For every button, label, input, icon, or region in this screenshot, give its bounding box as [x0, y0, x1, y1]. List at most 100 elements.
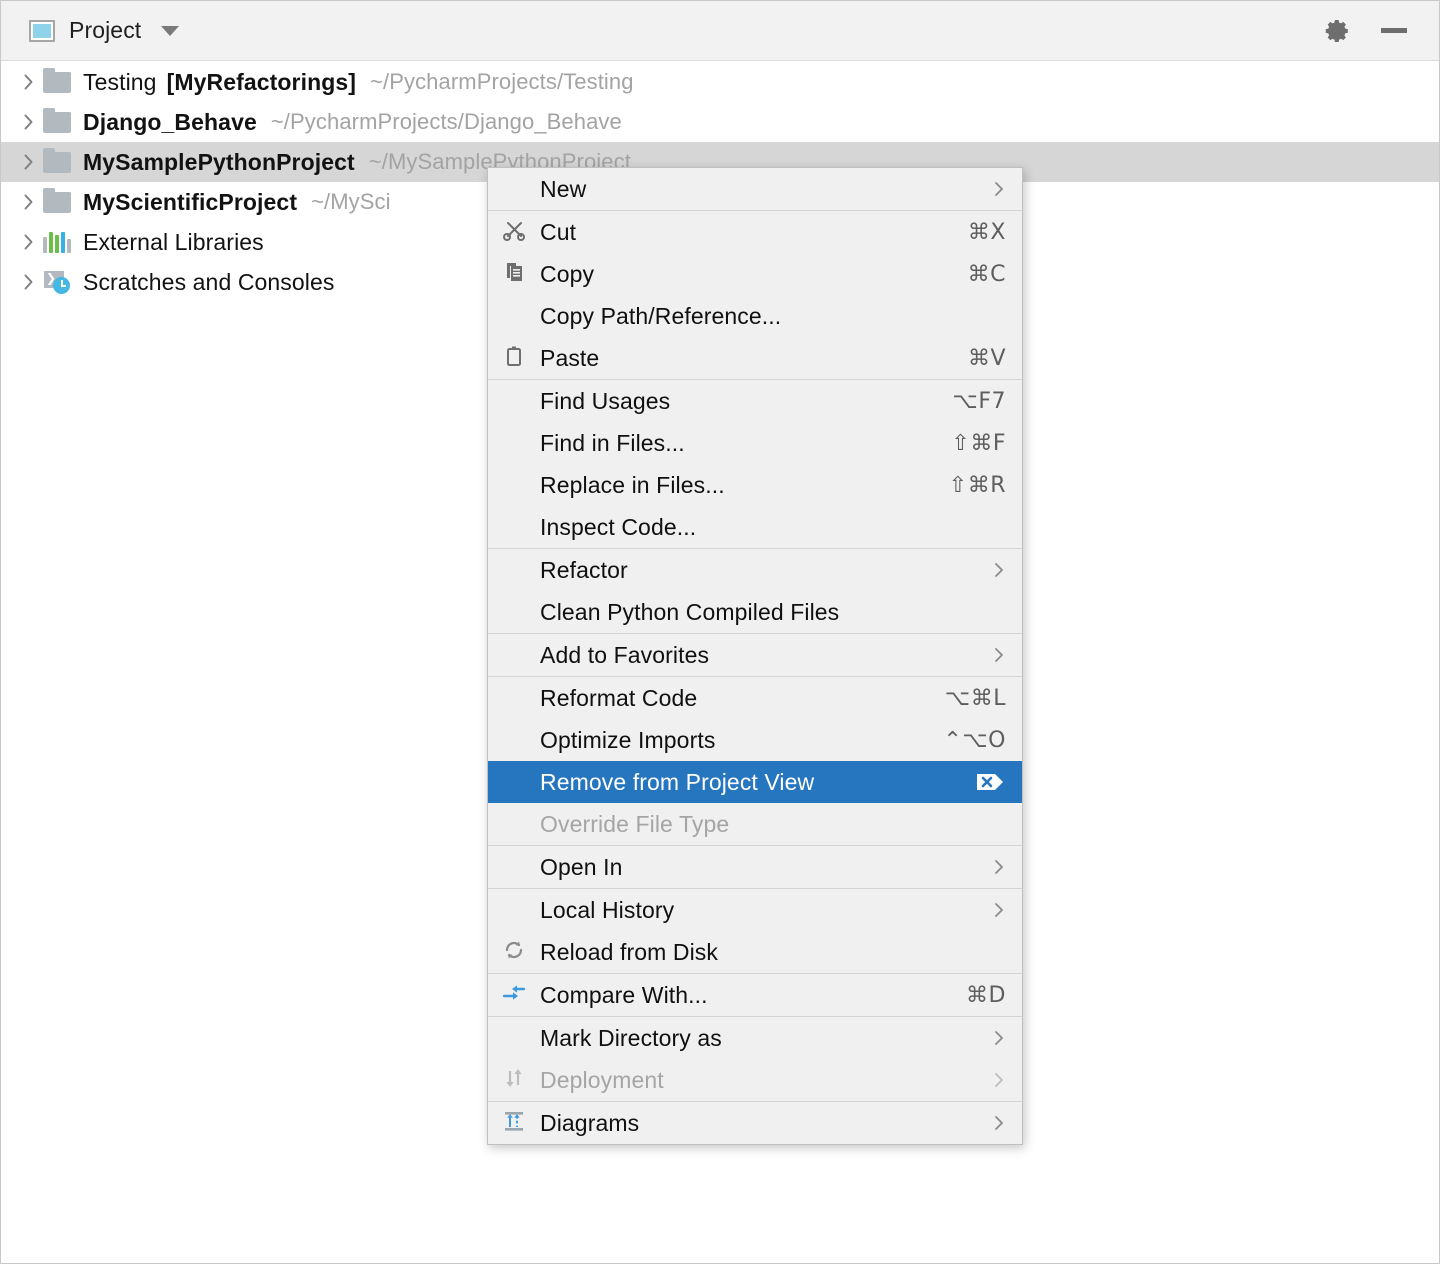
chevron-right-icon[interactable]	[15, 102, 43, 142]
menu-item-label: Override File Type	[540, 811, 729, 838]
menu-item-accessory	[972, 857, 1006, 877]
scissors-icon	[488, 211, 540, 253]
menu-item-label: Clean Python Compiled Files	[540, 599, 839, 626]
menu-group: Refactor Clean Python Compiled Files	[488, 549, 1022, 634]
folder-icon	[43, 189, 73, 215]
menu-item-compare-with[interactable]: Compare With...⌘D	[488, 974, 1022, 1016]
menu-item-accessory	[972, 1028, 1006, 1048]
menu-item-label: Find in Files...	[540, 430, 685, 457]
menu-item-icon-slot	[488, 719, 540, 761]
menu-item-label: Mark Directory as	[540, 1025, 722, 1052]
menu-item-shortcut: ⇧⌘F	[951, 431, 1006, 456]
tree-node-module-suffix: [MyRefactorings]	[167, 69, 356, 96]
menu-item-reload-from-disk[interactable]: Reload from Disk	[488, 931, 1022, 973]
menu-item-label: Paste	[540, 345, 599, 372]
menu-item-accessory	[972, 1070, 1006, 1090]
menu-item-accessory: ⇧⌘R	[929, 473, 1006, 498]
menu-item-shortcut: ⌃⌥O	[943, 728, 1006, 753]
project-tool-window: Project Testing[MyRefactorings]~/Pycharm…	[0, 0, 1440, 1264]
menu-item-inspect-code[interactable]: Inspect Code...	[488, 506, 1022, 548]
tree-node-label: Scratches and Consoles	[83, 269, 335, 296]
menu-item-mark-directory-as[interactable]: Mark Directory as	[488, 1017, 1022, 1059]
tree-row[interactable]: Testing[MyRefactorings]~/PycharmProjects…	[1, 62, 1439, 102]
menu-item-label: Reload from Disk	[540, 939, 718, 966]
folder-icon	[43, 109, 73, 135]
menu-item-label: Inspect Code...	[540, 514, 696, 541]
menu-group: Reformat Code⌥⌘LOptimize Imports⌃⌥ORemov…	[488, 677, 1022, 846]
clipboard-icon	[502, 344, 526, 373]
menu-item-new[interactable]: New	[488, 168, 1022, 210]
menu-item-optimize-imports[interactable]: Optimize Imports⌃⌥O	[488, 719, 1022, 761]
menu-item-label: Find Usages	[540, 388, 670, 415]
toolwindow-header: Project	[1, 1, 1439, 61]
menu-group: Local History Reload from Disk	[488, 889, 1022, 974]
menu-item-reformat-code[interactable]: Reformat Code⌥⌘L	[488, 677, 1022, 719]
menu-item-copy[interactable]: Copy⌘C	[488, 253, 1022, 295]
menu-item-copy-path-reference[interactable]: Copy Path/Reference...	[488, 295, 1022, 337]
menu-item-clean-python-compiled-files[interactable]: Clean Python Compiled Files	[488, 591, 1022, 633]
menu-item-icon-slot	[488, 846, 540, 888]
menu-item-replace-in-files[interactable]: Replace in Files... ⇧⌘R	[488, 464, 1022, 506]
reload-icon	[502, 938, 526, 967]
menu-item-local-history[interactable]: Local History	[488, 889, 1022, 931]
menu-item-paste[interactable]: Paste⌘V	[488, 337, 1022, 379]
menu-item-add-to-favorites[interactable]: Add to Favorites	[488, 634, 1022, 676]
clipboard-icon	[488, 337, 540, 379]
tree-node-label: MyScientificProject	[83, 189, 297, 216]
chevron-right-icon	[992, 645, 1006, 665]
folder-icon	[43, 69, 73, 95]
menu-item-label: Local History	[540, 897, 674, 924]
menu-item-icon-slot	[488, 380, 540, 422]
context-menu: NewCut⌘XCopy⌘CCopy Path/Reference...Past…	[487, 167, 1023, 1145]
menu-item-find-in-files[interactable]: Find in Files... ⇧⌘F	[488, 422, 1022, 464]
diagrams-icon	[502, 1109, 526, 1138]
chevron-right-icon[interactable]	[15, 222, 43, 262]
toolwindow-title-group[interactable]: Project	[1, 17, 179, 44]
menu-item-icon-slot	[488, 506, 540, 548]
menu-item-remove-from-project-view[interactable]: Remove from Project View	[488, 761, 1022, 803]
menu-group: Cut ⌘X Copy⌘CCopy Path/Reference...Paste⌘V	[488, 211, 1022, 380]
minimize-button[interactable]	[1379, 16, 1409, 46]
menu-group: Open In	[488, 846, 1022, 889]
menu-item-diagrams[interactable]: Diagrams	[488, 1102, 1022, 1144]
menu-item-icon-slot	[488, 464, 540, 506]
chevron-right-icon[interactable]	[15, 182, 43, 222]
menu-item-refactor[interactable]: Refactor	[488, 549, 1022, 591]
tree-node-label: External Libraries	[83, 229, 264, 256]
menu-item-shortcut: ⌥⌘L	[945, 686, 1006, 711]
chevron-right-icon[interactable]	[15, 142, 43, 182]
chevron-down-icon[interactable]	[161, 26, 179, 36]
menu-item-accessory	[972, 179, 1006, 199]
menu-item-shortcut: ⌘D	[966, 983, 1006, 1008]
menu-item-icon-slot	[488, 634, 540, 676]
tree-row[interactable]: Django_Behave ~/PycharmProjects/Django_Be…	[1, 102, 1439, 142]
settings-button[interactable]	[1323, 16, 1353, 46]
menu-item-icon-slot	[488, 549, 540, 591]
menu-item-label: New	[540, 176, 586, 203]
menu-group: Mark Directory asDeployment	[488, 1017, 1022, 1102]
menu-item-cut[interactable]: Cut ⌘X	[488, 211, 1022, 253]
copy-icon	[488, 253, 540, 295]
menu-item-accessory	[972, 645, 1006, 665]
chevron-right-icon	[992, 900, 1006, 920]
scratches-icon: ❯	[43, 269, 73, 295]
gear-icon	[1324, 17, 1352, 45]
menu-item-label: Replace in Files...	[540, 472, 725, 499]
compare-icon	[488, 974, 540, 1016]
tree-node-label: MySamplePythonProject	[83, 149, 355, 176]
menu-item-shortcut: ⌘X	[968, 220, 1006, 245]
tree-node-path: ~/PycharmProjects/Django_Behave	[271, 109, 622, 135]
menu-item-label: Copy	[540, 261, 594, 288]
folder-icon	[43, 149, 73, 175]
chevron-right-icon[interactable]	[15, 262, 43, 302]
menu-item-find-usages[interactable]: Find Usages⌥F7	[488, 380, 1022, 422]
menu-group: Compare With...⌘D	[488, 974, 1022, 1017]
chevron-right-icon[interactable]	[15, 62, 43, 102]
menu-item-label: Cut	[540, 219, 576, 246]
menu-item-accessory: ⌃⌥O	[923, 728, 1006, 753]
minimize-icon	[1381, 28, 1407, 33]
menu-group: Add to Favorites	[488, 634, 1022, 677]
menu-group: Diagrams	[488, 1102, 1022, 1144]
tree-node-label: Django_Behave	[83, 109, 257, 136]
menu-item-open-in[interactable]: Open In	[488, 846, 1022, 888]
